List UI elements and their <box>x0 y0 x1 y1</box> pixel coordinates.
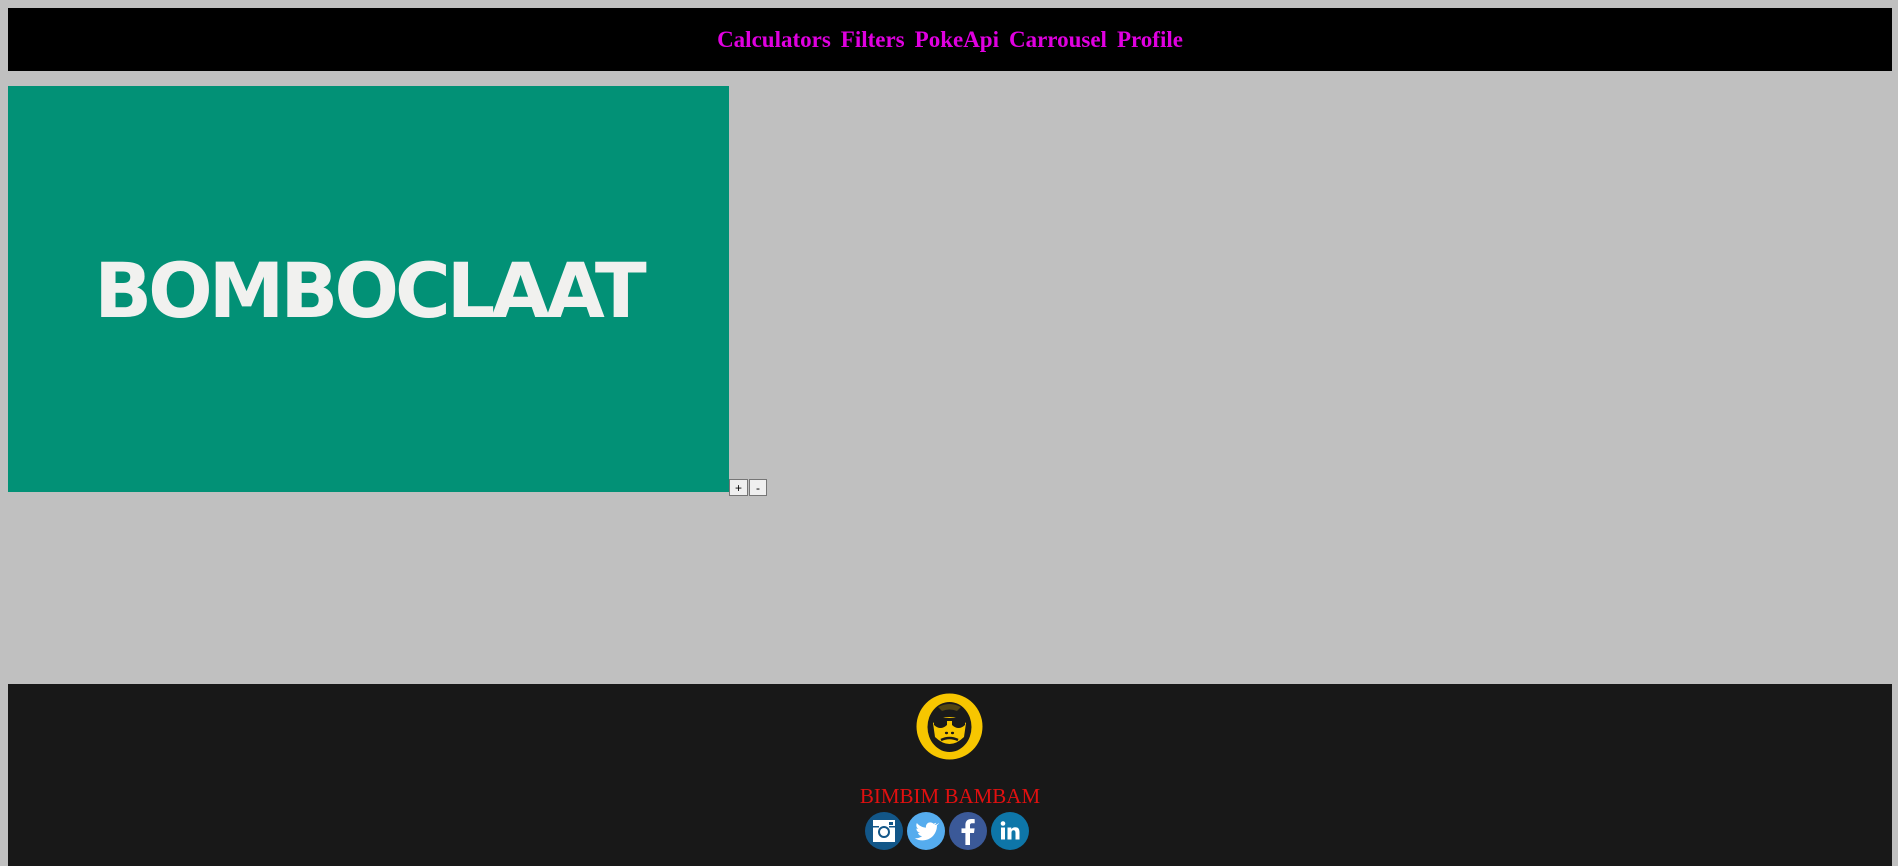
carousel-image-text: BOMBOCLAAT <box>94 246 646 335</box>
zoom-out-button[interactable]: - <box>749 479 767 496</box>
instagram-icon[interactable] <box>865 812 903 850</box>
nav-link-filters[interactable]: Filters <box>841 28 905 51</box>
footer-author-name: BIMBIM BAMBAM <box>859 784 1041 808</box>
footer: BIMBIM BAMBAM <box>8 684 1892 866</box>
zoom-in-button[interactable]: + <box>729 479 748 496</box>
facebook-icon[interactable] <box>949 812 987 850</box>
nav-link-profile[interactable]: Profile <box>1117 28 1183 51</box>
monkey-sunglasses-logo-icon <box>916 693 983 760</box>
linkedin-icon[interactable] <box>991 812 1029 850</box>
nav-link-calculators[interactable]: Calculators <box>717 28 831 51</box>
nav-link-pokeapi[interactable]: PokeApi <box>915 28 999 51</box>
carousel-image: BOMBOCLAAT <box>8 86 729 492</box>
twitter-icon[interactable] <box>907 812 945 850</box>
top-navbar: Calculators Filters PokeApi Carrousel Pr… <box>8 8 1892 71</box>
social-links <box>865 812 1029 850</box>
nav-link-carrousel[interactable]: Carrousel <box>1009 28 1107 51</box>
